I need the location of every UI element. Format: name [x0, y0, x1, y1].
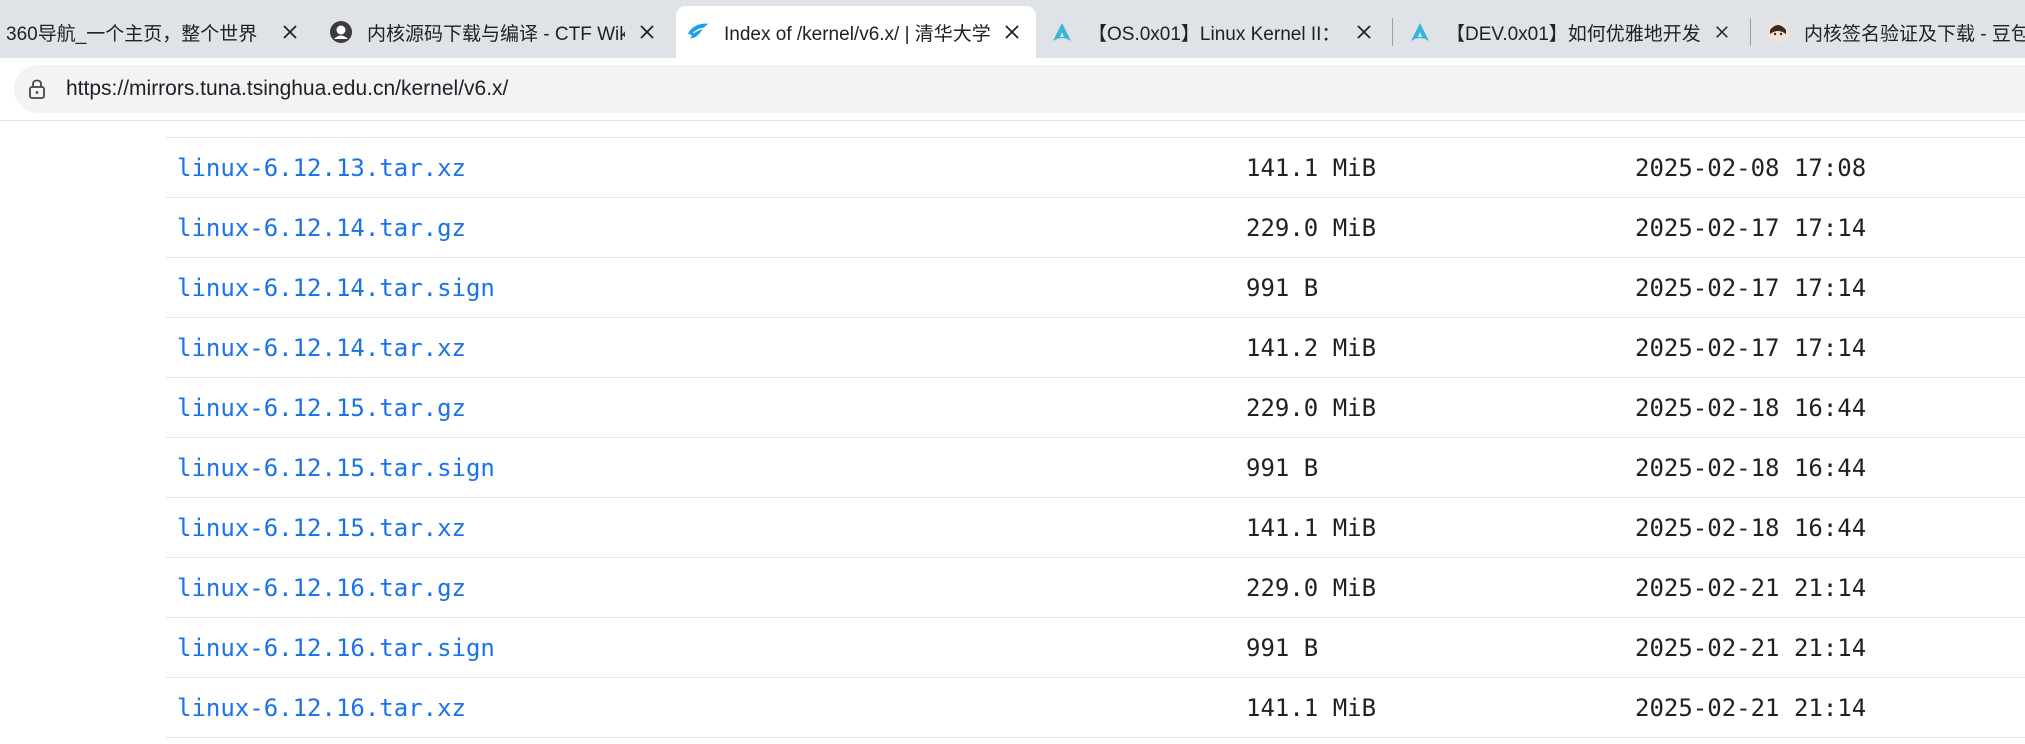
tab-separator: [1392, 18, 1393, 46]
tab-doubao-kernel-signature[interactable]: 内核签名验证及下载 - 豆包: [1756, 6, 2025, 58]
file-size: 991 B: [1246, 454, 1319, 482]
file-size: 141.2 MiB: [1246, 334, 1377, 362]
close-icon[interactable]: [276, 18, 304, 46]
table-row: linux-6.12.13.tar.xz 141.1 MiB 2025-02-0…: [166, 138, 2025, 198]
close-icon[interactable]: [998, 18, 1026, 46]
tab-tuna-kernel-index[interactable]: Index of /kernel/v6.x/ | 清华大学开: [676, 6, 1036, 58]
file-link[interactable]: linux-6.12.14.tar.xz: [177, 318, 466, 378]
arch-icon: [1050, 20, 1074, 44]
close-icon[interactable]: [1350, 18, 1378, 46]
file-link[interactable]: linux-6.12.14.tar.gz: [177, 198, 466, 258]
tab-title: 360导航_一个主页，整个世界: [6, 23, 258, 45]
tab-dev-out-of-tree[interactable]: 【DEV.0x01】如何优雅地开发树外: [1398, 6, 1746, 58]
file-date: 2025-02-21 21:14: [1635, 574, 1867, 602]
tab-360-navigation[interactable]: 360导航_一个主页，整个世界: [0, 6, 314, 58]
file-link[interactable]: linux-6.12.15.tar.sign: [177, 438, 495, 498]
table-row: linux-6.12.15.tar.xz 141.1 MiB 2025-02-1…: [166, 498, 2025, 558]
tab-title: 【OS.0x01】Linux Kernel II：内核: [1088, 23, 1342, 45]
file-size: 229.0 MiB: [1246, 214, 1377, 242]
table-row: linux-6.12.15.tar.gz 229.0 MiB 2025-02-1…: [166, 378, 2025, 438]
file-size: 991 B: [1246, 634, 1319, 662]
table-row: linux-6.12.16.tar.sign 991 B 2025-02-21 …: [166, 618, 2025, 678]
tab-title: Index of /kernel/v6.x/ | 清华大学开: [724, 23, 990, 45]
file-link[interactable]: linux-6.12.15.tar.xz: [177, 498, 466, 558]
file-size: 141.1 MiB: [1246, 694, 1377, 722]
table-row: linux-6.12.14.tar.sign 991 B 2025-02-17 …: [166, 258, 2025, 318]
url-text: https://mirrors.tuna.tsinghua.edu.cn/ker…: [66, 77, 509, 100]
file-link[interactable]: linux-6.12.14.tar.sign: [177, 258, 495, 318]
file-date: 2025-02-17 17:14: [1635, 334, 1867, 362]
file-link[interactable]: linux-6.12.16.tar.sign: [177, 618, 495, 678]
close-icon[interactable]: [1708, 18, 1736, 46]
table-row: linux-6.12.16.tar.gz 229.0 MiB 2025-02-2…: [166, 558, 2025, 618]
file-date: 2025-02-08 17:08: [1635, 121, 1866, 137]
file-date: 2025-02-21 21:14: [1635, 694, 1867, 722]
tab-title: 【DEV.0x01】如何优雅地开发树外: [1446, 23, 1700, 45]
tab-title: 内核源码下载与编译 - CTF Wiki: [367, 23, 625, 45]
lock-icon[interactable]: [24, 76, 50, 102]
ctf-wiki-icon: [329, 20, 353, 44]
table-row: linux-6.12.13.tar.sign 991 B 2025-02-08 …: [166, 121, 2025, 138]
table-row: linux-6.12.16.tar.xz 141.1 MiB 2025-02-2…: [166, 678, 2025, 738]
file-size: 141.1 MiB: [1246, 514, 1377, 542]
file-size: 991 B: [1246, 121, 1318, 137]
tab-os-linux-kernel[interactable]: 【OS.0x01】Linux Kernel II：内核: [1040, 6, 1388, 58]
tab-title: 内核签名验证及下载 - 豆包: [1804, 23, 2025, 45]
file-link[interactable]: linux-6.12.13.tar.xz: [177, 138, 466, 198]
file-size: 141.1 MiB: [1246, 154, 1377, 182]
tab-ctf-wiki[interactable]: 内核源码下载与编译 - CTF Wiki: [319, 6, 671, 58]
file-date: 2025-02-08 17:08: [1635, 154, 1867, 182]
close-icon[interactable]: [633, 18, 661, 46]
file-date: 2025-02-17 17:14: [1635, 274, 1867, 302]
table-row: linux-6.12.15.tar.sign 991 B 2025-02-18 …: [166, 438, 2025, 498]
file-date: 2025-02-18 16:44: [1635, 454, 1867, 482]
file-size: 229.0 MiB: [1246, 574, 1377, 602]
table-row: linux-6.12.14.tar.xz 141.2 MiB 2025-02-1…: [166, 318, 2025, 378]
tuna-bird-icon: [686, 20, 710, 44]
file-size: 991 B: [1246, 274, 1319, 302]
file-size: 229.0 MiB: [1246, 394, 1377, 422]
file-date: 2025-02-18 16:44: [1635, 514, 1867, 542]
file-link[interactable]: linux-6.12.16.tar.gz: [177, 558, 466, 618]
doubao-avatar-icon: [1766, 20, 1790, 44]
file-date: 2025-02-21 21:14: [1635, 634, 1867, 662]
file-link[interactable]: linux-6.12.16.tar.xz: [177, 678, 466, 738]
toolbar: https://mirrors.tuna.tsinghua.edu.cn/ker…: [0, 58, 2025, 121]
tab-separator: [1750, 18, 1751, 46]
file-listing-table: linux-6.12.13.tar.sign 991 B 2025-02-08 …: [166, 121, 2025, 738]
tab-strip: 360导航_一个主页，整个世界 内核源码下载与编译 - CTF Wiki Ind…: [0, 0, 2025, 58]
table-row: linux-6.12.14.tar.gz 229.0 MiB 2025-02-1…: [166, 198, 2025, 258]
file-date: 2025-02-17 17:14: [1635, 214, 1867, 242]
arch-icon: [1408, 20, 1432, 44]
file-date: 2025-02-18 16:44: [1635, 394, 1867, 422]
file-link[interactable]: linux-6.12.15.tar.gz: [177, 378, 466, 438]
file-link[interactable]: linux-6.12.13.tar.sign: [177, 121, 495, 137]
page-content: linux-6.12.13.tar.sign 991 B 2025-02-08 …: [0, 121, 2025, 744]
address-bar[interactable]: https://mirrors.tuna.tsinghua.edu.cn/ker…: [14, 65, 2025, 113]
